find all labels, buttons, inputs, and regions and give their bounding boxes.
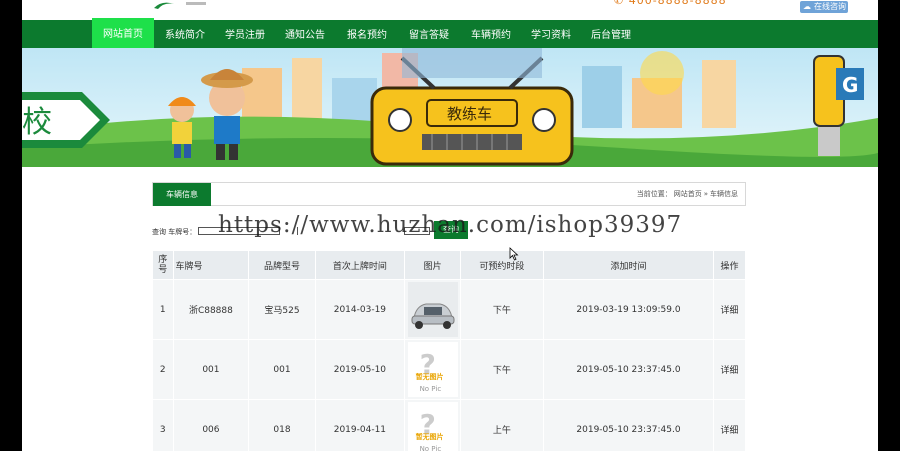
cell-brand: 018 <box>248 399 316 451</box>
col-plate: 车牌号 <box>172 250 250 280</box>
col-op: 操作 <box>713 250 746 280</box>
hotline-text: ✆ 400-8888-8888 <box>614 0 727 7</box>
cell-image: ? 暂无图片 No Pic <box>404 339 461 400</box>
no-pic-placeholder[interactable]: ? 暂无图片 No Pic <box>407 402 458 451</box>
col-first-date: 首次上牌时间 <box>314 250 406 280</box>
breadcrumb-home-link[interactable]: 网站首页 <box>674 190 702 198</box>
panel-header: 车辆信息 当前位置： 网站首页» 车辆信息 <box>152 182 746 206</box>
cell-added: 2019-03-19 13:09:59.0 <box>542 279 715 340</box>
cell-no: 3 <box>152 399 174 451</box>
cell-brand: 001 <box>248 339 316 400</box>
no-pic-text: 暂无图片 <box>415 373 444 381</box>
hero-banner: 校 教练车 G <box>22 48 878 167</box>
chat-icon: ☁ <box>803 2 811 11</box>
no-pic-text: 暂无图片 <box>415 433 444 441</box>
breadcrumb-label: 当前位置： <box>636 190 672 198</box>
nav-item-messages[interactable]: 留言答疑 <box>404 20 454 48</box>
breadcrumb: 当前位置： 网站首页» 车辆信息 <box>636 183 739 206</box>
cell-plate: 006 <box>172 399 250 451</box>
cell-plate: 001 <box>172 339 250 400</box>
table-row: 3 006 018 2019-04-11 ? 暂无图片 No Pic 上午 20… <box>152 399 746 451</box>
detail-link[interactable]: 详细 <box>713 399 746 451</box>
cell-added: 2019-05-10 23:37:45.0 <box>542 399 715 451</box>
cell-brand: 宝马525 <box>248 279 316 340</box>
no-pic-placeholder[interactable]: ? 暂无图片 No Pic <box>407 342 458 397</box>
watermark-text: https://www.huzhan.com/ishop39397 <box>218 212 683 238</box>
nav-item-vehicle-booking[interactable]: 车辆预约 <box>466 20 516 48</box>
cell-slot: 下午 <box>459 339 544 400</box>
col-brand: 品牌型号 <box>248 250 316 280</box>
nav-item-notice[interactable]: 通知公告 <box>280 20 330 48</box>
svg-text:G: G <box>842 73 858 97</box>
nav-item-materials[interactable]: 学习资料 <box>526 20 576 48</box>
cell-slot: 下午 <box>459 279 544 340</box>
cell-plate: 浙C88888 <box>172 279 250 340</box>
search-label: 查询 车牌号： <box>152 228 197 236</box>
no-pic-en: No Pic <box>419 445 442 451</box>
mouse-cursor-icon <box>509 247 519 261</box>
top-strip: ✆ 400-8888-8888 ☁ 在线咨询 <box>22 0 878 20</box>
table-row: 2 001 001 2019-05-10 ? 暂无图片 No Pic 下午 20… <box>152 339 746 400</box>
cell-image <box>404 279 461 340</box>
no-pic-en: No Pic <box>419 385 442 393</box>
cell-first-date: 2019-04-11 <box>314 399 406 451</box>
nav-item-admin[interactable]: 后台管理 <box>586 20 636 48</box>
logo-icon <box>154 2 206 9</box>
panel-title: 车辆信息 <box>153 183 211 206</box>
cell-first-date: 2019-05-10 <box>314 339 406 400</box>
cell-no: 2 <box>152 339 174 400</box>
bus-sign-text: 教练车 <box>447 105 492 123</box>
cell-first-date: 2014-03-19 <box>314 279 406 340</box>
col-slot: 可预约时段 <box>459 250 544 280</box>
cell-added: 2019-05-10 23:37:45.0 <box>542 339 715 400</box>
nav-item-register[interactable]: 学员注册 <box>220 20 270 48</box>
car-photo-icon[interactable] <box>407 282 458 337</box>
cell-no: 1 <box>152 279 174 340</box>
page: ✆ 400-8888-8888 ☁ 在线咨询 网站首页 系统简介 学员注册 通知… <box>22 0 878 451</box>
main-nav: 网站首页 系统简介 学员注册 通知公告 报名预约 留言答疑 车辆预约 学习资料 … <box>22 18 878 50</box>
phone-number: 400-8888-8888 <box>628 0 727 7</box>
banner-sign-text: 校 <box>22 105 52 140</box>
nav-item-enroll[interactable]: 报名预约 <box>342 20 392 48</box>
col-added: 添加时间 <box>542 250 715 280</box>
phone-icon: ✆ <box>614 0 625 7</box>
cell-image: ? 暂无图片 No Pic <box>404 399 461 451</box>
consult-button[interactable]: ☁ 在线咨询 <box>800 1 848 13</box>
nav-item-home[interactable]: 网站首页 <box>92 18 154 50</box>
cell-slot: 上午 <box>459 399 544 451</box>
breadcrumb-current: 车辆信息 <box>710 190 738 198</box>
table-row: 1 浙C88888 宝马525 2014-03-19 下午 2019-03-19… <box>152 279 746 340</box>
nav-item-intro[interactable]: 系统简介 <box>160 20 210 48</box>
detail-link[interactable]: 详细 <box>713 339 746 400</box>
consult-button-label: 在线咨询 <box>814 2 846 11</box>
banner-illustration: 校 教练车 G <box>22 48 878 167</box>
col-no: 序号 <box>152 250 174 280</box>
table-header-row: 序号 车牌号 品牌型号 首次上牌时间 图片 可预约时段 添加时间 操作 <box>152 250 746 280</box>
vehicle-table: 序号 车牌号 品牌型号 首次上牌时间 图片 可预约时段 添加时间 操作 1 浙C… <box>152 250 746 451</box>
col-image: 图片 <box>404 250 461 280</box>
breadcrumb-separator: » <box>703 190 708 198</box>
detail-link[interactable]: 详细 <box>713 279 746 340</box>
